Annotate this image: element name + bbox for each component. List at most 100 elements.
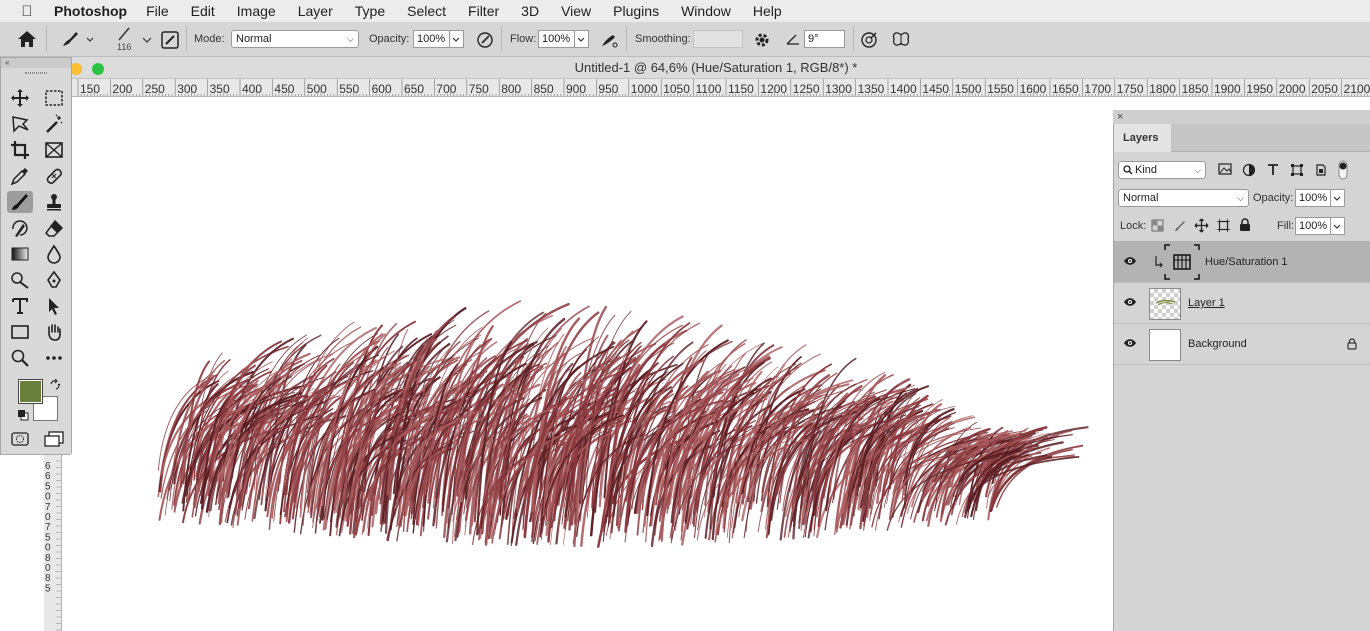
menu-layer[interactable]: Layer: [298, 3, 333, 19]
ruler-tick-label: 1500: [955, 82, 982, 96]
frame-tool-icon[interactable]: [41, 139, 67, 161]
visibility-eye-icon[interactable]: [1123, 256, 1137, 269]
default-colors-icon[interactable]: [17, 408, 29, 426]
smoothing-field[interactable]: [693, 30, 743, 48]
pixel-layer-filter-icon[interactable]: [1218, 163, 1232, 178]
layer-opacity-chevron-icon[interactable]: [1331, 189, 1345, 207]
lock-transparent-pixels-icon[interactable]: [1151, 219, 1164, 235]
screen-mode-icon[interactable]: [43, 431, 65, 452]
crop-tool-icon[interactable]: [7, 139, 33, 161]
panel-grip[interactable]: [25, 72, 47, 74]
menu-3d[interactable]: 3D: [521, 3, 539, 19]
gradient-tool-icon[interactable]: [7, 243, 33, 265]
smart-object-filter-icon[interactable]: [1314, 163, 1328, 180]
apple-menu-icon[interactable]: : [0, 3, 54, 20]
layer-name[interactable]: Layer 1: [1188, 297, 1225, 309]
document-canvas[interactable]: [63, 97, 1113, 631]
opacity-dropdown-chevron-icon[interactable]: [450, 30, 464, 48]
brush-tool-icon[interactable]: [7, 191, 33, 213]
adjustment-layer-filter-icon[interactable]: [1242, 163, 1256, 180]
menu-window[interactable]: Window: [681, 3, 731, 19]
fill-chevron-icon[interactable]: [1331, 217, 1345, 235]
flow-dropdown-chevron-icon[interactable]: [575, 30, 589, 48]
adjustment-layer-thumbnail[interactable]: [1164, 244, 1200, 280]
symmetry-butterfly-icon[interactable]: [891, 31, 911, 52]
ruler-tick-label: 1300: [825, 82, 852, 96]
dodge-tool-icon[interactable]: [7, 269, 33, 291]
lasso-tool-icon[interactable]: [7, 113, 33, 135]
flow-field[interactable]: 100%: [538, 30, 575, 48]
filter-toggle-switch[interactable]: [1338, 160, 1348, 183]
panel-header: ×: [1113, 110, 1370, 124]
move-tool-icon[interactable]: [7, 87, 33, 109]
close-panel-icon[interactable]: ×: [1117, 111, 1123, 123]
horizontal-ruler[interactable]: 150 200 250 300 350 400 450 500 550 600 650 700 750 8…: [62, 79, 1370, 97]
lock-position-icon[interactable]: [1194, 218, 1209, 236]
clone-stamp-tool-icon[interactable]: [41, 191, 67, 213]
menu-image[interactable]: Image: [237, 3, 276, 19]
blend-mode-select[interactable]: Normal ⌵: [1118, 189, 1249, 207]
history-brush-tool-icon[interactable]: [7, 217, 33, 239]
brush-angle-field[interactable]: 9°: [804, 30, 845, 48]
pressure-size-icon[interactable]: [860, 31, 878, 52]
mode-select[interactable]: Normal ⌵: [231, 30, 359, 48]
collapse-panel-icon[interactable]: «: [1, 58, 71, 68]
brush-tool-preset-icon[interactable]: [60, 29, 96, 52]
smoothing-settings-gear-icon[interactable]: [753, 31, 771, 52]
magic-wand-tool-icon[interactable]: [41, 113, 67, 135]
menu-filter[interactable]: Filter: [468, 3, 499, 19]
flow-label: Flow:: [510, 33, 537, 45]
type-layer-filter-icon[interactable]: [1266, 163, 1280, 180]
visibility-eye-icon[interactable]: [1123, 297, 1137, 310]
type-tool-icon[interactable]: [7, 295, 33, 317]
lock-image-pixels-icon[interactable]: [1173, 219, 1187, 236]
ruler-tick-label: 250: [145, 82, 165, 96]
layer-name[interactable]: Hue/Saturation 1: [1205, 256, 1288, 268]
layer-row-layer-1[interactable]: Layer 1: [1114, 283, 1370, 324]
eraser-tool-icon[interactable]: [41, 217, 67, 239]
eyedropper-tool-icon[interactable]: [7, 165, 33, 187]
visibility-eye-icon[interactable]: [1123, 338, 1137, 351]
shape-layer-filter-icon[interactable]: [1290, 163, 1304, 180]
ruler-tick-label: 1050: [663, 82, 690, 96]
blur-tool-icon[interactable]: [41, 243, 67, 265]
path-selection-tool-icon[interactable]: [41, 295, 67, 317]
layer-opacity-field[interactable]: 100%: [1295, 189, 1331, 207]
brush-preset-picker[interactable]: 116: [113, 26, 153, 54]
lock-artboard-icon[interactable]: [1216, 218, 1231, 236]
ruler-tick-label: 1400: [890, 82, 917, 96]
filter-kind-select[interactable]: Kind ⌵: [1118, 161, 1206, 179]
menu-help[interactable]: Help: [753, 3, 782, 19]
more-tools-icon[interactable]: [41, 347, 67, 369]
healing-brush-tool-icon[interactable]: [41, 165, 67, 187]
menu-select[interactable]: Select: [407, 3, 446, 19]
zoom-window-button[interactable]: [92, 63, 104, 75]
airbrush-icon[interactable]: [599, 31, 619, 52]
layer-row-background[interactable]: Background: [1114, 324, 1370, 365]
pen-tool-icon[interactable]: [41, 269, 67, 291]
layer-name[interactable]: Background: [1188, 338, 1247, 350]
brush-settings-panel-icon[interactable]: [161, 31, 179, 52]
quick-mask-icon[interactable]: [10, 431, 30, 452]
menu-edit[interactable]: Edit: [191, 3, 215, 19]
menu-plugins[interactable]: Plugins: [613, 3, 659, 19]
app-name-menu[interactable]: Photoshop: [54, 3, 127, 19]
fill-field[interactable]: 100%: [1295, 217, 1331, 235]
zoom-tool-icon[interactable]: [7, 347, 33, 369]
tab-layers[interactable]: Layers: [1114, 124, 1171, 152]
pressure-opacity-icon[interactable]: [476, 31, 494, 52]
foreground-color-swatch[interactable]: [18, 379, 43, 404]
opacity-field[interactable]: 100%: [413, 30, 450, 48]
rectangle-tool-icon[interactable]: [7, 321, 33, 343]
lock-all-icon[interactable]: [1239, 218, 1251, 235]
hand-tool-icon[interactable]: [41, 321, 67, 343]
marquee-tool-icon[interactable]: [41, 87, 67, 109]
layer-row-hue-saturation-1[interactable]: Hue/Saturation 1: [1114, 242, 1370, 283]
swap-colors-icon[interactable]: [49, 378, 61, 396]
layer-thumbnail[interactable]: [1149, 288, 1181, 320]
menu-view[interactable]: View: [561, 3, 591, 19]
menu-file[interactable]: File: [146, 3, 169, 19]
layer-thumbnail[interactable]: [1149, 329, 1181, 361]
menu-type[interactable]: Type: [355, 3, 385, 19]
home-icon[interactable]: [17, 30, 37, 51]
